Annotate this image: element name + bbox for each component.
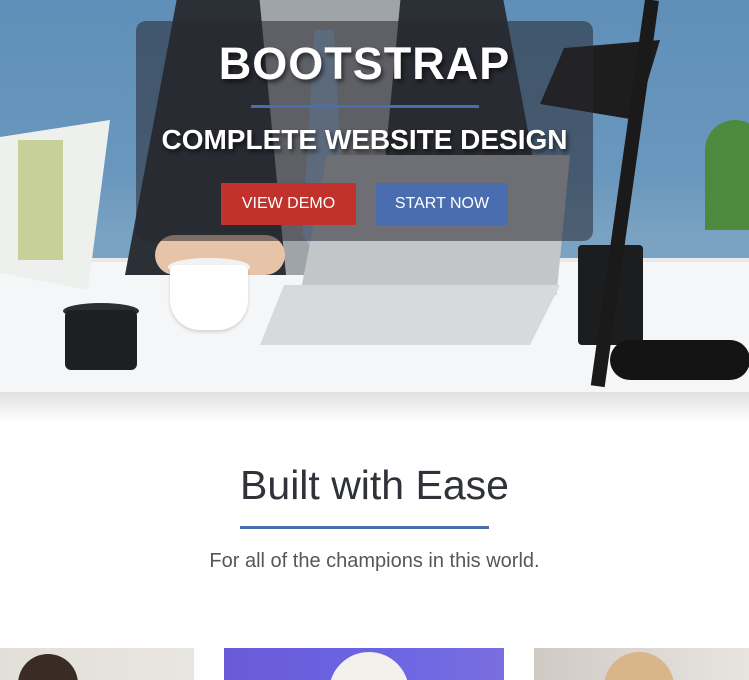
coffee-mug-image [170, 265, 248, 330]
lamp-base [610, 340, 749, 380]
plant-image [705, 120, 749, 230]
section-subtitle: For all of the champions in this world. [209, 550, 540, 572]
hero-title: BOOTSTRAP [218, 38, 511, 89]
laptop-base [260, 285, 560, 345]
section-divider [240, 526, 489, 529]
person-photo [604, 652, 674, 680]
profile-card-image-3[interactable] [534, 648, 749, 680]
profile-card-image-1[interactable] [0, 648, 194, 680]
hero-divider [251, 105, 479, 108]
black-cup-image [65, 310, 137, 370]
dog-photo [329, 652, 409, 680]
profile-card-image-2[interactable] [224, 648, 504, 680]
person-photo [18, 654, 78, 680]
page: BOOTSTRAP COMPLETE WEBSITE DESIGN VIEW D… [0, 0, 749, 680]
start-now-button[interactable]: START NOW [376, 183, 508, 225]
hero-shadow [0, 392, 749, 422]
hero-banner: BOOTSTRAP COMPLETE WEBSITE DESIGN VIEW D… [0, 0, 749, 392]
view-demo-button[interactable]: VIEW DEMO [221, 183, 356, 225]
notebook-image-green [18, 140, 63, 260]
hero-subtitle: COMPLETE WEBSITE DESIGN [161, 124, 568, 155]
section-title: Built with Ease [240, 462, 509, 508]
